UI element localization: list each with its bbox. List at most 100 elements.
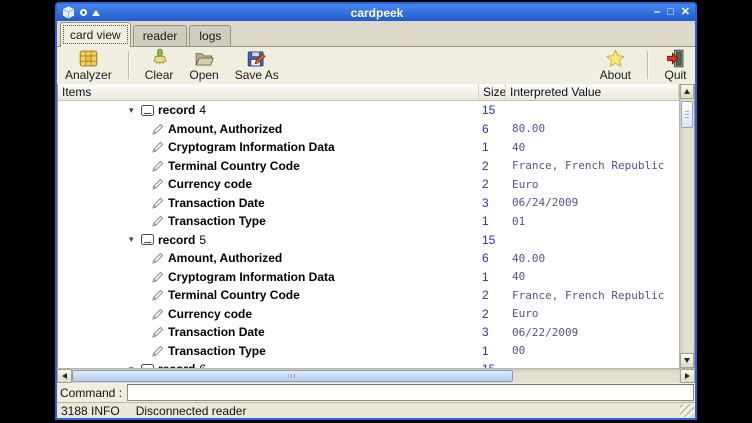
item-value: 00 — [506, 344, 679, 357]
resize-grip[interactable] — [680, 404, 694, 417]
smartcard-chip-icon — [77, 48, 100, 69]
command-bar: Command : — [57, 383, 695, 402]
close-button[interactable]: ✕ — [681, 7, 690, 18]
clear-button[interactable]: Clear — [145, 48, 174, 82]
scroll-left-button[interactable] — [57, 369, 72, 383]
pencil-icon — [152, 215, 164, 227]
item-size: 1 — [479, 344, 506, 358]
minimize-button[interactable]: – — [654, 7, 660, 18]
tree-row[interactable]: Amount, Authorized 6 80.00 — [58, 120, 679, 139]
item-size: 6 — [479, 251, 506, 265]
item-size: 3 — [479, 325, 506, 339]
record-icon — [141, 234, 154, 245]
toolbar-separator — [647, 51, 648, 79]
tree-row[interactable]: Currency code 2 Euro — [58, 305, 679, 324]
save-as-icon — [245, 48, 268, 69]
open-button[interactable]: Open — [189, 48, 218, 82]
pencil-icon — [152, 178, 164, 190]
column-header-interpreted-value: Interpreted Value — [506, 84, 679, 100]
vertical-scrollbar[interactable] — [679, 84, 694, 368]
toolbar: Analyzer Clear — [57, 47, 695, 84]
item-value: 40 — [506, 270, 679, 283]
item-value: Euro — [506, 307, 679, 320]
cardpeek-cube-icon[interactable] — [62, 6, 75, 19]
titlebar[interactable]: cardpeek – □ ✕ — [57, 4, 695, 21]
item-label: Terminal Country Code — [168, 288, 300, 302]
pencil-icon — [152, 123, 164, 135]
item-label: record — [158, 233, 195, 247]
tab-card-view[interactable]: card view — [60, 22, 131, 47]
pencil-icon — [152, 345, 164, 357]
item-label: Cryptogram Information Data — [168, 270, 335, 284]
window-shade-icon[interactable] — [92, 10, 100, 16]
tab-reader[interactable]: reader — [133, 25, 188, 46]
item-suffix: 4 — [199, 103, 206, 117]
command-label: Command : — [60, 386, 122, 400]
item-label: Transaction Date — [168, 325, 265, 339]
save-as-button[interactable]: Save As — [235, 48, 279, 82]
item-size: 6 — [479, 122, 506, 136]
item-value: 40 — [506, 141, 679, 154]
pencil-icon — [152, 289, 164, 301]
record-icon — [141, 105, 154, 116]
item-label: Amount, Authorized — [168, 122, 282, 136]
item-value: France, French Republic — [506, 159, 679, 172]
column-header-size: Size — [479, 84, 506, 100]
item-value: 80.00 — [506, 122, 679, 135]
item-size: 2 — [479, 177, 506, 191]
horizontal-scroll-track[interactable] — [72, 369, 680, 383]
scroll-down-button[interactable] — [680, 353, 694, 368]
tab-strip: card view reader logs — [57, 21, 695, 47]
arrow-down-icon — [684, 358, 690, 363]
item-size: 2 — [479, 159, 506, 173]
tree-row[interactable]: Cryptogram Information Data 1 40 — [58, 138, 679, 157]
tree-view: Items Size Interpreted Value ▾ record 4 … — [57, 84, 695, 368]
tree-row[interactable]: Amount, Authorized 6 40.00 — [58, 249, 679, 268]
tab-logs[interactable]: logs — [189, 25, 231, 46]
item-label: Terminal Country Code — [168, 159, 300, 173]
horizontal-scrollbar[interactable] — [57, 368, 695, 383]
tree-row[interactable]: Currency code 2 Euro — [58, 175, 679, 194]
tree-row[interactable]: Terminal Country Code 2 France, French R… — [58, 286, 679, 305]
tree-body: ▾ record 4 15 Amount, Autho — [58, 101, 679, 368]
quit-button[interactable]: Quit — [664, 48, 687, 82]
item-suffix: 5 — [199, 233, 206, 247]
command-input[interactable] — [127, 384, 694, 401]
tree-header: Items Size Interpreted Value — [58, 84, 679, 101]
item-size: 2 — [479, 307, 506, 321]
exit-door-icon — [664, 48, 687, 69]
tree-row[interactable]: Terminal Country Code 2 France, French R… — [58, 157, 679, 176]
vertical-scroll-thumb[interactable] — [681, 101, 693, 128]
tree-row[interactable]: ▾ record 4 15 — [58, 101, 679, 120]
analyzer-button[interactable]: Analyzer — [65, 48, 112, 82]
item-label: Transaction Date — [168, 196, 265, 210]
vertical-scroll-track[interactable] — [680, 99, 694, 353]
about-button[interactable]: About — [600, 48, 631, 82]
broom-icon — [148, 48, 171, 69]
item-size: 15 — [479, 233, 506, 247]
tree-row[interactable]: Transaction Date 3 06/22/2009 — [58, 323, 679, 342]
pencil-icon — [152, 197, 164, 209]
tree-row[interactable]: Transaction Type 1 01 — [58, 212, 679, 231]
maximize-button[interactable]: □ — [667, 7, 674, 18]
tree-row[interactable]: ▾ record 5 15 — [58, 231, 679, 250]
tree-row[interactable]: Transaction Type 1 00 — [58, 342, 679, 361]
status-message: Disconnected reader — [136, 404, 247, 418]
item-size: 15 — [479, 103, 506, 117]
item-value: Euro — [506, 178, 679, 191]
tree-row[interactable]: Cryptogram Information Data 1 40 — [58, 268, 679, 287]
scroll-up-button[interactable] — [680, 84, 694, 99]
pencil-icon — [152, 271, 164, 283]
expander-icon[interactable]: ▾ — [129, 234, 141, 245]
item-value: 06/22/2009 — [506, 326, 679, 339]
tree-row[interactable]: ▾ record 6 15 — [58, 360, 679, 368]
toolbar-separator — [128, 51, 129, 79]
item-label: Currency code — [168, 307, 252, 321]
column-header-items: Items — [58, 84, 479, 100]
item-label: Currency code — [168, 177, 252, 191]
window-sticky-icon[interactable] — [80, 9, 87, 16]
horizontal-scroll-thumb[interactable] — [72, 370, 513, 382]
scroll-right-button[interactable] — [680, 369, 695, 383]
expander-icon[interactable]: ▾ — [129, 105, 141, 116]
tree-row[interactable]: Transaction Date 3 06/24/2009 — [58, 194, 679, 213]
